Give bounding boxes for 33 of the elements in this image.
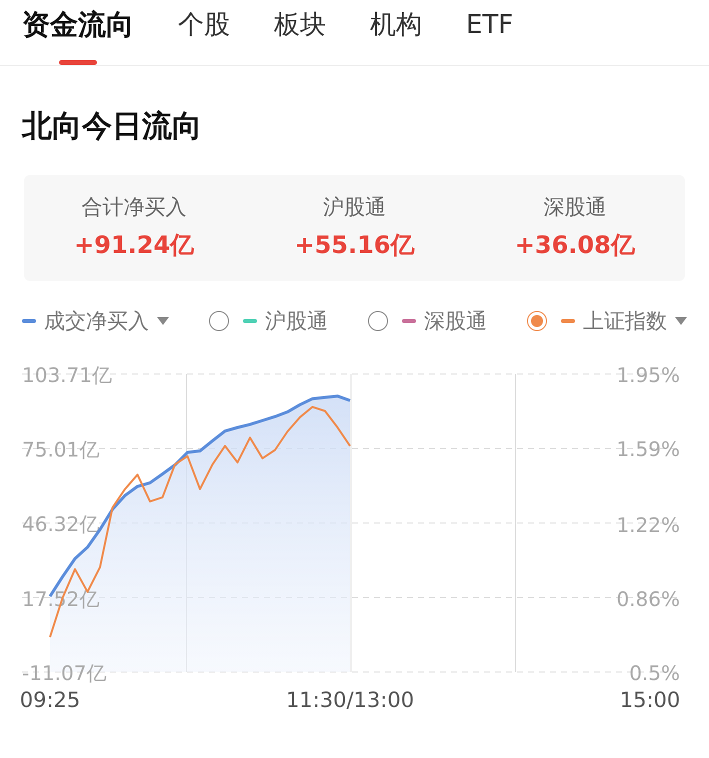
axis-label: 1.22%: [616, 513, 680, 538]
tab[interactable]: ETF: [466, 4, 514, 66]
radio-button[interactable]: [209, 311, 229, 331]
axis-label: -11.07亿: [22, 661, 106, 685]
section-title: 北向今日流向: [22, 108, 203, 146]
axis-label: 75.01亿: [22, 438, 100, 462]
summary-value: +91.24亿: [74, 230, 194, 261]
radio-button[interactable]: [527, 311, 547, 331]
tab[interactable]: 板块: [274, 4, 326, 66]
summary-label: 合计净买入: [82, 194, 187, 221]
legend-label: 上证指数: [583, 308, 667, 335]
summary-label: 深股通: [543, 194, 606, 221]
axis-label: 1.59%: [616, 436, 680, 461]
legend-label: 深股通: [424, 308, 487, 335]
axis-label: 11:30/13:00: [286, 688, 414, 712]
caret-icon[interactable]: [675, 317, 687, 325]
legend-label: 沪股通: [265, 308, 328, 335]
axis-label: 1.95%: [616, 363, 680, 387]
axis-label: 0.86%: [616, 587, 680, 612]
axis-label: 46.32亿: [22, 512, 100, 536]
axis-label: 103.71亿: [22, 363, 112, 387]
summary-value: +55.16亿: [294, 230, 414, 261]
tab[interactable]: 资金流向: [22, 4, 134, 66]
legend-label: 成交净买入: [44, 308, 149, 335]
axis-label: 0.5%: [629, 661, 680, 685]
summary-label: 沪股通: [322, 194, 386, 221]
tab[interactable]: 机构: [370, 4, 422, 66]
axis-label: 15:00: [620, 688, 680, 712]
caret-icon[interactable]: [157, 317, 169, 325]
summary-value: +36.08亿: [514, 230, 635, 261]
tab[interactable]: 个股: [178, 4, 230, 66]
radio-button[interactable]: [368, 311, 388, 331]
axis-label: 09:25: [20, 688, 80, 712]
